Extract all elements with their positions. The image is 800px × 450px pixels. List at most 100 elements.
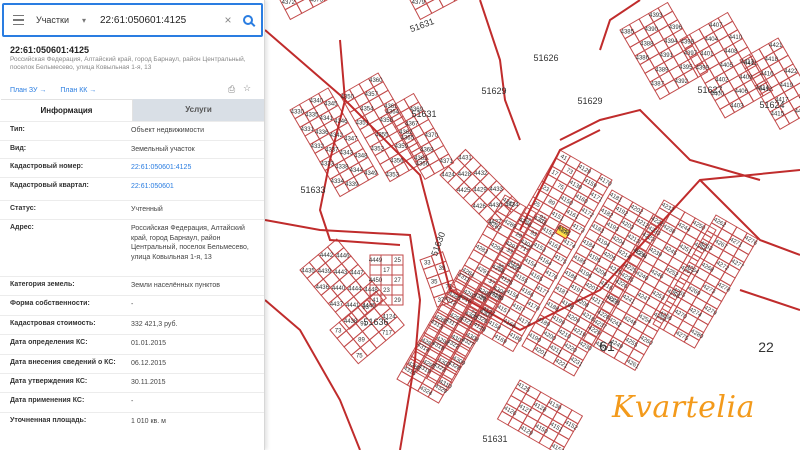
plot-label: 4449 [369,258,383,264]
plot-label: 4389 [655,67,669,73]
info-row-label: Дата определения КС: [10,339,88,346]
plot-label: 4360 [369,78,383,84]
plan-zu-link[interactable]: План ЗУ → [10,87,46,94]
plot-label: 4396 [669,25,683,31]
info-row-label: Уточненная площадь: [10,417,87,424]
info-row: Уточненная площадь: 1 010 кв. м [0,412,264,432]
quarter-label: 51631 [411,109,436,119]
plot-label: 27 [394,278,401,284]
plot-label: 4371 [440,159,454,165]
plot-label: 4426 [473,204,487,210]
info-panel: Участки ▾ 22:61:050601:4125 × 22:61:0506… [0,0,265,450]
plot-label: 41 [372,298,379,304]
info-row-link[interactable]: 22:61:050601 [131,182,259,192]
plot-label: 4330 [291,110,305,116]
search-button[interactable] [235,5,261,35]
info-row-value: Земли населённых пунктов [131,282,221,289]
quarter-boundary [479,0,521,141]
plot-label: 4419 [780,83,794,89]
info-row: Кадастровый номер: 22:61:050601:4125 [0,158,264,177]
parcel [369,264,382,276]
search-bar: Участки ▾ 22:61:050601:4125 × [2,3,263,37]
plot-label: 4387 [651,82,665,88]
parcel [429,283,446,299]
plot-label: 4391 [660,53,674,59]
plot-label: 4414 [756,86,770,92]
plot-label: 4450 [369,278,383,284]
plot-label: 4373 [310,0,324,3]
info-row-value: 1 010 кв. м [131,418,166,425]
info-row-value: 06.12.2015 [131,360,167,367]
parcel [380,254,393,266]
parcel [391,284,404,296]
plot-label: 4397 [684,51,698,57]
plan-links: План ЗУ → План КК → ⎙ ☆ [10,83,255,96]
info-row-label: Статус: [10,205,36,212]
plot-label: 4352 [371,147,385,153]
info-row: Дата определения КС: 01.01.2015 [0,334,264,354]
info-row: Кадастровая стоимость: 332 421,3 руб. [0,315,264,334]
plot-label: 4372 [282,0,296,6]
plot-label: 4341 [320,116,334,122]
plot-label: 4386 [636,56,650,62]
quarter-label: 51631 [482,434,507,444]
tab-information[interactable]: Информация [1,99,133,121]
plot-label: 4334 [331,179,345,185]
plot-label: 4433 [490,187,504,193]
plot-label: 4339 [345,182,359,188]
info-row-label: Дата утверждения КС: [10,378,88,385]
plot-label: 4368 [420,147,434,153]
plot-label: 4332 [311,144,325,150]
info-row-link[interactable]: 22:61:050601:4125 [131,163,259,173]
plot-label: 4366 [416,162,430,168]
plot-label: 4416 [760,71,774,77]
parcel [438,0,456,8]
quarter-boundary [739,289,800,311]
plot-label: 93 [362,305,369,311]
layer-select[interactable]: Участки [32,15,82,25]
search-input[interactable]: 22:61:050601:4125 [96,15,221,26]
info-row: Категория земель: Земли населённых пункто… [0,276,264,295]
plot-label: 4428 [458,172,472,178]
quarter-label: 51626 [533,53,558,63]
kvartelia-watermark: Kvartelia [612,390,755,425]
plot-label: 4435 [301,268,315,274]
info-row: Кадастровый квартал: 22:61:050601 [0,177,264,200]
plot-label: 4370 [425,133,439,139]
plot-label: 4393 [649,13,663,19]
quarter-label: 51627 [697,85,722,95]
chevron-down-icon[interactable]: ▾ [82,16,96,25]
close-icon[interactable]: × [221,13,235,27]
plot-label: 4429 [473,188,487,194]
plot-label: 4440 [332,286,346,292]
info-row: Вид: Земельный участок [0,140,264,158]
plot-label: 37 [438,298,445,304]
panel-tabs: Информация Услуги [1,99,264,121]
quarter-label: 51630 [429,231,447,258]
plot-label: 4427 [488,219,502,225]
tab-services[interactable]: Услуги [133,99,264,121]
plot-label: 39 [439,266,446,272]
quarter-label: 51633 [300,185,325,195]
plan-kk-link[interactable]: План КК → [60,87,96,94]
quarter-label: 61 [599,338,615,354]
star-icon[interactable]: ☆ [243,83,251,94]
plot-label: 4358 [380,118,394,124]
info-row-label: Кадастровый номер: [10,163,84,170]
plot-label: 4364 [386,110,400,116]
info-row-label: Вид: [10,145,27,152]
info-row-label: Дата применения КС: [10,397,85,404]
plot-label: 4402 [715,77,729,83]
plot-label: 4395 [679,65,693,71]
plot-label: 4430 [489,203,503,209]
plot-label: 4420 [795,109,800,115]
plot-label: 4432 [474,171,488,177]
plot-label: 4431 [458,156,472,162]
plot-label: 4439 [318,269,332,275]
plot-label: 23 [383,288,390,294]
menu-icon[interactable] [4,5,32,35]
plot-label: 4434 [505,202,519,208]
plot-label: 4398 [681,40,695,46]
info-row-value: 332 421,3 руб. [131,321,178,328]
print-icon[interactable]: ⎙ [228,84,235,95]
